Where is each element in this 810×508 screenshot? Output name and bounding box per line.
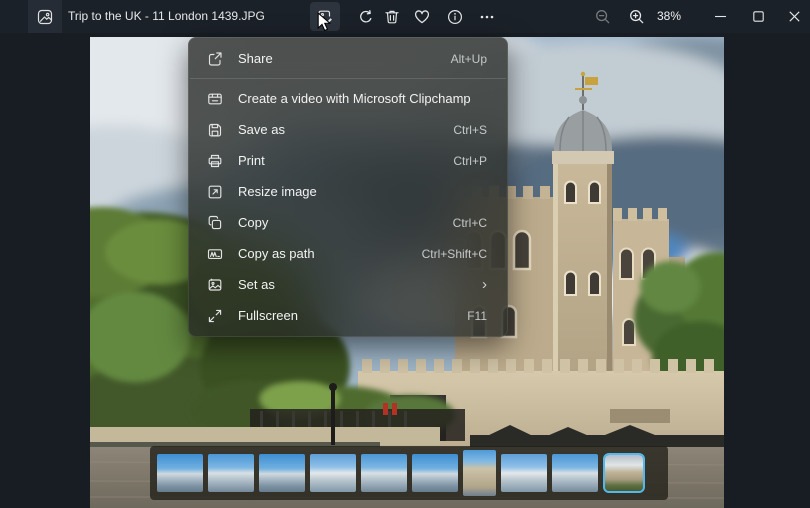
menu-item-label: Save as xyxy=(238,122,285,137)
favorite-button[interactable] xyxy=(407,2,437,31)
thumbnail[interactable] xyxy=(310,454,356,492)
menu-item-shortcut: F11 xyxy=(467,308,487,323)
menu-item-label: Copy xyxy=(238,215,269,230)
thumbnail[interactable] xyxy=(501,454,547,492)
menu-item-label: Print xyxy=(238,153,265,168)
menu-item-fullscreen[interactable]: Fullscreen F11 xyxy=(189,300,507,331)
see-more-button[interactable] xyxy=(472,2,502,31)
window-title: Trip to the UK - 11 London 1439.JPG xyxy=(68,9,265,23)
thumbnail[interactable] xyxy=(157,454,203,492)
share-icon xyxy=(208,51,222,66)
maximize-button[interactable] xyxy=(740,0,776,33)
zoom-out-button[interactable] xyxy=(588,2,618,31)
delete-button[interactable] xyxy=(377,2,407,31)
clipchamp-video-icon xyxy=(208,93,222,104)
chevron-right-icon: › xyxy=(482,275,487,293)
delete-icon xyxy=(385,10,399,23)
copy-icon xyxy=(208,215,222,229)
menu-item-shortcut: Ctrl+Shift+C xyxy=(421,246,487,261)
thumbnail[interactable] xyxy=(208,454,254,492)
copy-path-icon xyxy=(207,248,223,259)
menu-item-resize-image[interactable]: Resize image xyxy=(189,176,507,207)
zoom-out-icon xyxy=(596,9,610,23)
minimize-button[interactable] xyxy=(702,0,738,33)
menu-separator xyxy=(190,78,506,79)
menu-item-print[interactable]: Print Ctrl+P xyxy=(189,145,507,176)
menu-item-label: Create a video with Microsoft Clipchamp xyxy=(238,91,471,106)
edit-image-button[interactable] xyxy=(310,2,340,31)
menu-item-label: Copy as path xyxy=(238,246,315,261)
menu-item-label: Fullscreen xyxy=(238,308,298,323)
thumbnail[interactable] xyxy=(552,454,598,492)
titlebar: Trip to the UK - 11 London 1439.JPG 38% xyxy=(0,0,810,33)
fullscreen-icon xyxy=(208,309,222,322)
thumbnail[interactable] xyxy=(463,450,496,496)
set-as-icon xyxy=(208,277,222,291)
filmstrip xyxy=(150,446,668,500)
menu-item-shortcut: Alt+Up xyxy=(450,51,487,66)
photo-gallery-icon xyxy=(37,9,53,24)
menu-item-set-as[interactable]: Set as › xyxy=(189,269,507,300)
photos-app-window: Trip to the UK - 11 London 1439.JPG 38% … xyxy=(0,0,810,508)
resize-image-icon xyxy=(208,185,222,198)
menu-item-label: Set as xyxy=(238,277,275,292)
menu-item-copy-as-path[interactable]: Copy as path Ctrl+Shift+C xyxy=(189,238,507,269)
rotate-icon xyxy=(360,9,372,22)
thumbnail[interactable] xyxy=(361,454,407,492)
menu-item-save-as[interactable]: Save as Ctrl+S xyxy=(189,114,507,145)
info-icon xyxy=(447,9,463,24)
menu-item-label: Share xyxy=(238,51,273,66)
maximize-icon xyxy=(752,11,764,22)
minimize-icon xyxy=(714,15,726,18)
menu-item-label: Resize image xyxy=(238,184,317,199)
zoom-in-icon xyxy=(630,9,644,23)
see-more-icon xyxy=(480,15,494,18)
info-button[interactable] xyxy=(440,2,470,31)
thumbnail[interactable] xyxy=(412,454,458,492)
menu-item-shortcut: Ctrl+P xyxy=(453,153,487,168)
menu-item-copy[interactable]: Copy Ctrl+C xyxy=(189,207,507,238)
menu-item-shortcut: Ctrl+S xyxy=(453,122,487,137)
favorite-heart-icon xyxy=(414,9,430,23)
thumbnail[interactable] xyxy=(259,454,305,492)
printer-icon xyxy=(208,154,222,167)
menu-item-shortcut: Ctrl+C xyxy=(452,215,487,230)
close-icon xyxy=(788,11,800,22)
menu-item-share[interactable]: Share Alt+Up xyxy=(189,43,507,74)
zoom-level: 38% xyxy=(656,9,682,23)
close-button[interactable] xyxy=(778,0,810,33)
context-menu: Share Alt+Up Create a video with Microso… xyxy=(188,37,508,337)
menu-item-create-video[interactable]: Create a video with Microsoft Clipchamp xyxy=(189,83,507,114)
edit-image-icon xyxy=(318,10,332,24)
thumbnail-selected[interactable] xyxy=(603,453,645,493)
gallery-button[interactable] xyxy=(28,0,62,33)
save-icon xyxy=(208,123,222,136)
